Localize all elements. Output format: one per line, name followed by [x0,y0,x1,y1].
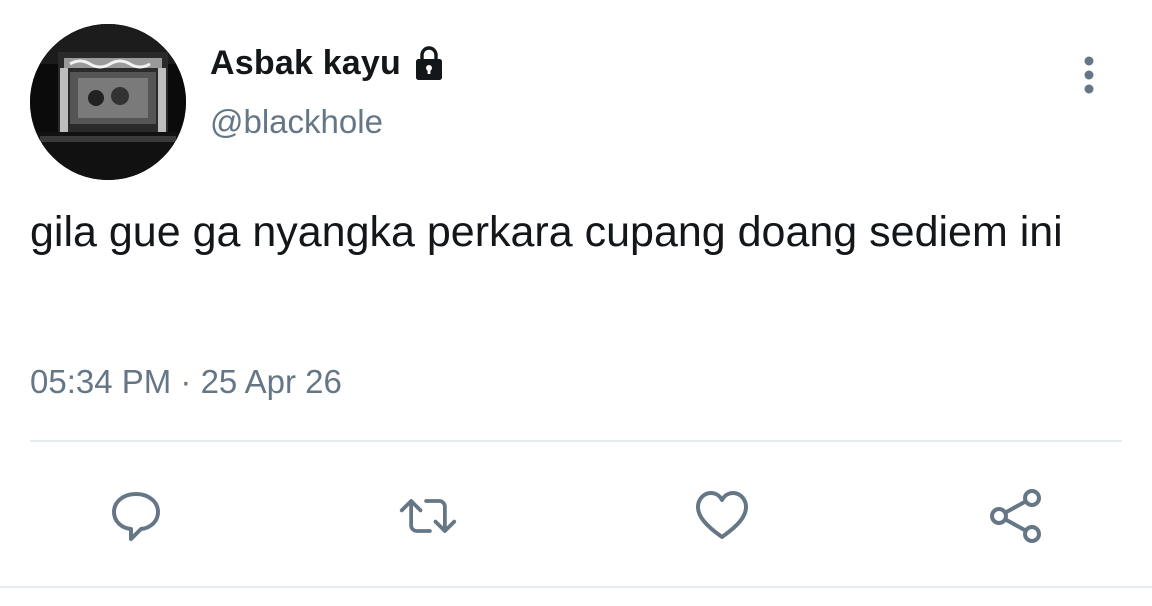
lock-icon [409,43,449,83]
reply-button[interactable] [106,486,166,546]
author-name-row: Asbak kayu [210,40,449,86]
share-button[interactable] [986,486,1046,546]
author-display-name[interactable]: Asbak kayu [210,44,401,83]
retweet-icon [399,499,457,533]
divider [30,440,1122,442]
tweet-timestamp[interactable]: 05:34 PM · 25 Apr 26 [30,363,342,401]
avatar[interactable] [30,24,186,180]
more-vertical-icon [1084,56,1094,94]
tweet-text: gila gue ga nyangka perkara cupang doang… [30,208,1063,256]
retweet-button[interactable] [398,486,458,546]
author-handle[interactable]: @blackhole [210,103,383,141]
more-options-button[interactable] [1070,50,1108,100]
bottom-divider [0,586,1152,588]
share-icon [990,489,1041,543]
heart-icon [696,491,748,539]
comment-icon [112,492,160,541]
avatar-image [30,24,186,180]
like-button[interactable] [692,486,752,546]
